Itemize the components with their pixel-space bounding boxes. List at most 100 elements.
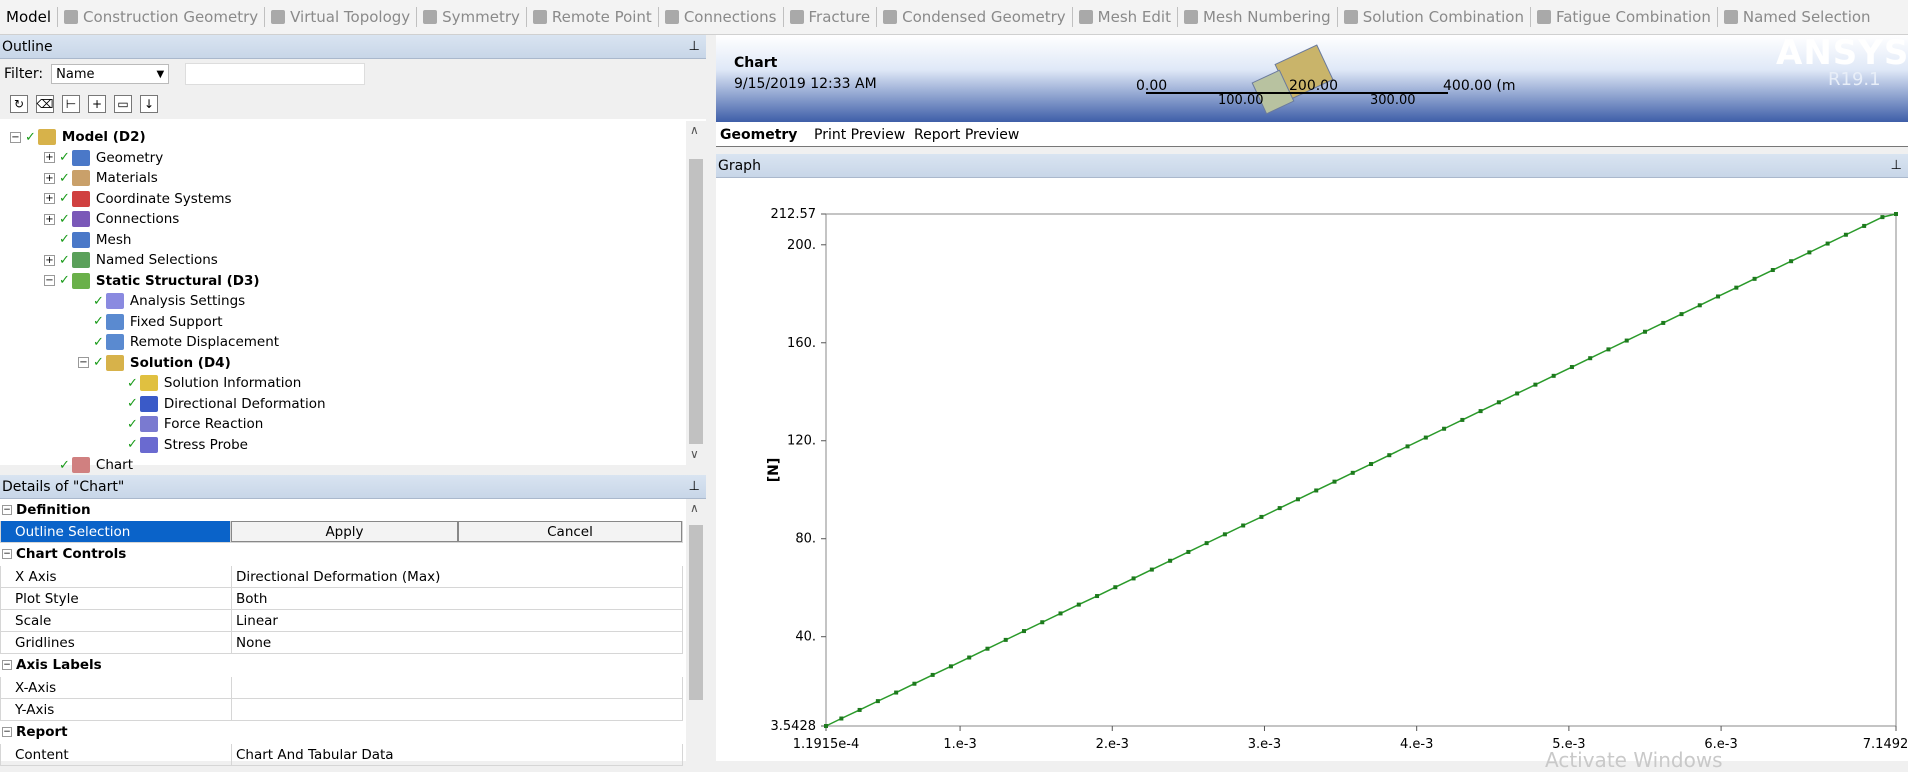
group-chart-controls[interactable]: − Chart Controls bbox=[0, 543, 683, 565]
expand-all-icon[interactable]: + bbox=[88, 95, 106, 113]
scrollbar-thumb[interactable] bbox=[689, 159, 703, 444]
tree-node[interactable]: ✓ Fixed Support bbox=[78, 312, 223, 332]
scroll-up-icon[interactable]: ∧ bbox=[690, 123, 699, 137]
data-point-marker bbox=[1894, 212, 1898, 216]
row-scale[interactable]: Scale Linear bbox=[0, 610, 683, 632]
details-scrollbar[interactable]: ∧ bbox=[686, 499, 706, 761]
tree-node[interactable]: + ✓ Connections bbox=[44, 209, 179, 229]
row-content[interactable]: Content Chart And Tabular Data bbox=[0, 744, 683, 766]
cancel-button[interactable]: Cancel bbox=[458, 521, 682, 542]
data-point-marker bbox=[1770, 268, 1775, 273]
pin-icon[interactable]: ⊥ bbox=[689, 479, 700, 494]
tree-node[interactable]: + ✓ Materials bbox=[44, 168, 158, 188]
toolbar-symmetry-button[interactable]: Symmetry bbox=[417, 0, 526, 34]
y-axis-label-value[interactable] bbox=[232, 699, 683, 721]
toolbar-condensed-geometry-button[interactable]: Condensed Geometry bbox=[877, 0, 1072, 34]
tree-node-label: Geometry bbox=[95, 149, 164, 166]
collapse-icon[interactable]: − bbox=[78, 357, 89, 368]
outline-scrollbar[interactable]: ∧ ∨ bbox=[686, 121, 706, 465]
scale-value[interactable]: Linear bbox=[232, 610, 683, 632]
tree-node[interactable]: − ✓ Solution (D4) bbox=[78, 353, 231, 373]
toolbar-virtual-topology-button[interactable]: Virtual Topology bbox=[265, 0, 416, 34]
row-plot-style[interactable]: Plot Style Both bbox=[0, 588, 683, 610]
tree-node[interactable]: − ✓ Model (D2) bbox=[10, 127, 146, 147]
toolbar-model-button[interactable]: Model bbox=[0, 0, 57, 34]
tree-node[interactable]: ✓ Directional Deformation bbox=[112, 394, 326, 414]
row-x-axis-label[interactable]: X-Axis bbox=[0, 677, 683, 699]
folder-icon[interactable]: ▭ bbox=[114, 95, 132, 113]
tree-node[interactable]: ✓ Chart bbox=[44, 455, 133, 475]
collapse-icon[interactable]: − bbox=[2, 660, 12, 670]
collapse-icon[interactable]: − bbox=[2, 727, 12, 737]
collapse-icon[interactable]: − bbox=[44, 275, 55, 286]
data-point-marker bbox=[1661, 320, 1666, 325]
tab-print-preview[interactable]: Print Preview bbox=[814, 125, 905, 145]
x-axis-label-value[interactable] bbox=[232, 677, 683, 699]
tab-report-preview[interactable]: Report Preview bbox=[914, 125, 1019, 145]
scale-tick-label: 300.00 bbox=[1370, 93, 1416, 108]
pin-icon[interactable]: ⊥ bbox=[689, 39, 700, 54]
expand-icon[interactable]: + bbox=[44, 193, 55, 204]
row-gridlines[interactable]: Gridlines None bbox=[0, 632, 683, 654]
tree-node[interactable]: ✓ Solution Information bbox=[112, 373, 301, 393]
toolbar-fracture-button[interactable]: Fracture bbox=[784, 0, 877, 34]
data-point-marker bbox=[1259, 514, 1264, 519]
outline-selection-key[interactable]: Outline Selection bbox=[0, 521, 231, 543]
tree-node[interactable]: ✓ Analysis Settings bbox=[78, 291, 245, 311]
expand-icon[interactable]: + bbox=[44, 254, 55, 266]
scroll-down-icon[interactable]: ∨ bbox=[690, 447, 699, 461]
tab-geometry[interactable]: Geometry bbox=[720, 125, 797, 145]
content-value[interactable]: Chart And Tabular Data bbox=[232, 744, 683, 766]
chart-area[interactable]: 3.5428 40. 80. 120. 160. 200. 212.57 1.1915e-4 1… bbox=[716, 178, 1908, 761]
row-x-axis[interactable]: X Axis Directional Deformation (Max) bbox=[0, 566, 683, 588]
collapse-icon[interactable]: − bbox=[10, 131, 21, 143]
tree-node[interactable]: ✓ Remote Displacement bbox=[78, 332, 279, 352]
tree-node[interactable]: − ✓ Static Structural (D3) bbox=[44, 271, 260, 291]
data-point-marker bbox=[1862, 223, 1867, 228]
group-axis-labels[interactable]: − Axis Labels bbox=[0, 654, 683, 676]
connections-icon bbox=[664, 10, 679, 24]
scroll-up-icon[interactable]: ∧ bbox=[690, 501, 699, 515]
tree-node[interactable]: ✓ Stress Probe bbox=[112, 435, 248, 455]
group-report[interactable]: − Report bbox=[0, 721, 683, 743]
expand-icon[interactable]: + bbox=[44, 172, 55, 184]
toolbar-remote-point-button[interactable]: Remote Point bbox=[527, 0, 658, 34]
expand-icon[interactable]: + bbox=[44, 213, 55, 225]
tree-node[interactable]: ✓ Mesh bbox=[44, 230, 131, 250]
data-point-marker bbox=[1496, 400, 1501, 405]
fatigue-combination-icon bbox=[1536, 10, 1551, 24]
sort-az-icon[interactable]: ↓ bbox=[140, 95, 158, 113]
apply-button[interactable]: Apply bbox=[231, 521, 458, 542]
pin-icon[interactable]: ⊥ bbox=[1891, 158, 1902, 173]
tree-node[interactable]: + ✓ Coordinate Systems bbox=[44, 189, 232, 209]
toolbar-mesh-numbering-button[interactable]: Mesh Numbering bbox=[1178, 0, 1337, 34]
filter-text-input[interactable] bbox=[185, 63, 366, 85]
row-y-axis-label[interactable]: Y-Axis bbox=[0, 699, 683, 721]
group-definition[interactable]: − Definition bbox=[0, 499, 683, 521]
data-point-marker bbox=[1624, 338, 1629, 343]
gridlines-value[interactable]: None bbox=[232, 632, 683, 654]
tree-node[interactable]: ✓ Force Reaction bbox=[112, 414, 263, 434]
refresh-icon[interactable]: ↻ bbox=[10, 95, 28, 113]
chart-svg[interactable]: 3.5428 40. 80. 120. 160. 200. 212.57 1.1915e-4 1… bbox=[716, 178, 1908, 761]
toolbar-construction-geometry-button[interactable]: Construction Geometry bbox=[58, 0, 264, 34]
expand-icon[interactable]: + bbox=[44, 152, 55, 163]
toolbar-connections-button[interactable]: Connections bbox=[659, 0, 783, 34]
toolbar-fatigue-combination-button[interactable]: Fatigue Combination bbox=[1531, 0, 1717, 34]
toolbar-mesh-edit-button[interactable]: Mesh Edit bbox=[1073, 0, 1177, 34]
x-tick-label: 2.e-3 bbox=[1096, 737, 1129, 752]
toolbar-solution-combination-button[interactable]: Solution Combination bbox=[1338, 0, 1530, 34]
scrollbar-thumb[interactable] bbox=[689, 525, 703, 700]
eraser-icon[interactable]: ⌫ bbox=[36, 95, 54, 113]
tree-node[interactable]: + ✓ Geometry bbox=[44, 148, 163, 168]
toolbar-named-selection-button[interactable]: Named Selection bbox=[1718, 0, 1877, 34]
group-label: Axis Labels bbox=[16, 657, 102, 673]
plot-style-value[interactable]: Both bbox=[232, 588, 683, 610]
tree-branch-icon[interactable]: ⊢ bbox=[62, 95, 80, 113]
tree-node[interactable]: + ✓ Named Selections bbox=[44, 250, 218, 270]
x-axis-value[interactable]: Directional Deformation (Max) bbox=[232, 566, 683, 588]
collapse-icon[interactable]: − bbox=[2, 505, 12, 515]
filter-dropdown[interactable]: Name ▼ bbox=[51, 64, 170, 84]
collapse-icon[interactable]: − bbox=[2, 549, 12, 559]
pane-splitter[interactable] bbox=[706, 35, 716, 761]
